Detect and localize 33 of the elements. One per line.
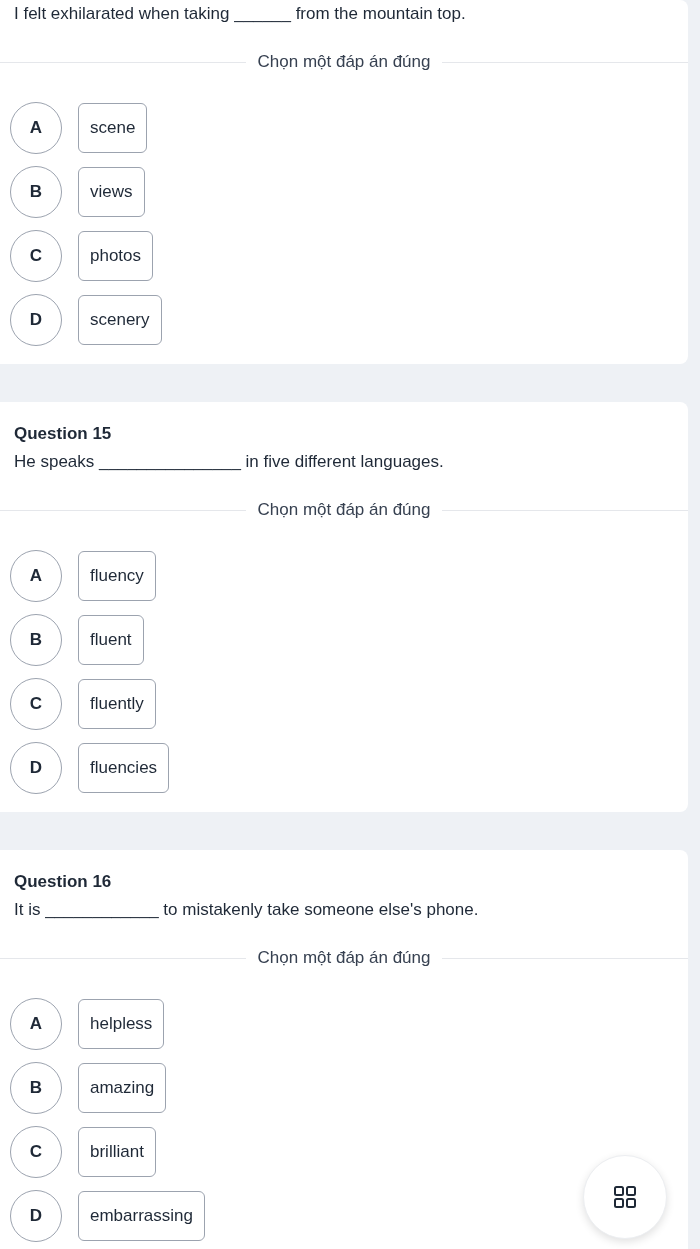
question-title: Question 16 xyxy=(13,871,113,893)
instruction-label: Chọn một đáp án đúng xyxy=(256,499,432,521)
answer-option[interactable]: photos xyxy=(78,231,154,281)
answer-option[interactable]: brilliant xyxy=(78,1127,156,1177)
question-text: I felt exhilarated when taking ______ from the mountain top. xyxy=(13,3,467,25)
option-letter-radio[interactable]: D xyxy=(10,294,62,346)
question-text: He speaks _______________ in five different languages. xyxy=(13,451,445,473)
answer-option[interactable]: fluency xyxy=(78,551,156,601)
answer-option[interactable]: embarrassing xyxy=(78,1191,205,1241)
option-letter-radio[interactable]: B xyxy=(10,614,62,666)
option-letter-radio[interactable]: D xyxy=(10,1190,62,1242)
instruction-label: Chọn một đáp án đúng xyxy=(256,51,432,73)
option-letter-radio[interactable]: C xyxy=(10,678,62,730)
answer-option[interactable]: helpless xyxy=(78,999,165,1049)
option-letter-radio[interactable]: A xyxy=(10,998,62,1050)
option-letter-radio[interactable]: B xyxy=(10,166,62,218)
question-text: It is ____________ to mistakenly take someone else's phone. xyxy=(13,899,480,921)
answer-option[interactable]: fluently xyxy=(78,679,156,729)
option-letter-radio[interactable]: C xyxy=(10,1126,62,1178)
answer-option[interactable]: amazing xyxy=(78,1063,167,1113)
answer-option[interactable]: fluent xyxy=(78,615,144,665)
answer-option[interactable]: scenery xyxy=(78,295,162,345)
option-letter-radio[interactable]: A xyxy=(10,550,62,602)
option-letter-radio[interactable]: B xyxy=(10,1062,62,1114)
answer-option[interactable]: fluencies xyxy=(78,743,170,793)
question-title: Question 15 xyxy=(13,423,113,445)
option-letter-radio[interactable]: D xyxy=(10,742,62,794)
instruction-label: Chọn một đáp án đúng xyxy=(256,947,432,969)
answer-option[interactable]: scene xyxy=(78,103,148,153)
option-letter-radio[interactable]: A xyxy=(10,102,62,154)
grid-icon xyxy=(614,1186,636,1208)
answer-option[interactable]: views xyxy=(78,167,145,217)
option-letter-radio[interactable]: C xyxy=(10,230,62,282)
